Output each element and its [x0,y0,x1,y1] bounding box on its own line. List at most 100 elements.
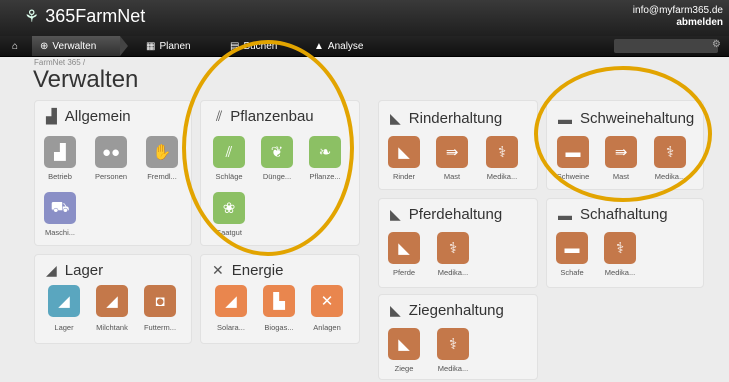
tile-schweine-medikamente[interactable]: ⚕ [654,136,686,168]
tile-ziege-medikamente[interactable]: ⚕ [437,328,469,360]
plant-icon: ✕ [320,293,334,310]
tile-personen[interactable]: ●● [95,136,127,168]
tile-label: Medika... [437,364,469,373]
tile-maschinen[interactable]: ⛟ [44,192,76,224]
brand-name: 365FarmNet [45,6,146,26]
tile-pferde-medikamente[interactable]: ⚕ [437,232,469,264]
main-nav: ⌂ ⊕ Verwalten ▦ Planen ▤ Buchen ▲ Analyse ⚙ [0,36,729,57]
panel-ziegenhaltung-title: Ziegenhaltung [408,302,504,319]
panel-energie-title: Energie [231,262,284,279]
cow-icon: ◣ [390,110,401,126]
tile-label: Maschi... [44,228,75,237]
tile-schlaege[interactable]: ⫽ [213,136,245,168]
seedling-icon: ❀ [222,200,236,217]
wind-turbine-icon: ✕ [212,262,224,278]
tile-duengemittel[interactable]: ❦ [261,136,293,168]
tile-label: Futterm... [143,323,177,332]
storage-icon: ◢ [46,262,57,278]
logout-link[interactable]: abmelden [633,17,723,29]
top-bar: ⚘ 365FarmNet info@myfarm365.de abmelden [0,0,729,36]
tile-schafe-medikamente[interactable]: ⚕ [604,232,636,264]
home-button[interactable]: ⌂ [0,36,30,56]
tile-pferde[interactable]: ◣ [388,232,420,264]
tile-fremdleister[interactable]: ✋ [146,136,178,168]
tile-pflanzenschutz[interactable]: ❧ [309,136,341,168]
calendar-icon: ▦ [146,40,156,52]
panel-schafhaltung-title: Schafhaltung [580,206,668,223]
pig-icon: ▬ [558,110,572,127]
search-input[interactable] [614,39,718,53]
tile-ziege[interactable]: ◣ [388,328,420,360]
tile-label: Rinder [392,172,416,181]
tractor-icon: ⛟ [50,198,70,216]
tile-label: Milchtank [96,323,128,332]
tile-label: Dünge... [262,172,292,181]
tile-rinder-mast[interactable]: ⇛ [436,136,468,168]
account-email: info@myfarm365.de [632,5,723,16]
sheep-icon: ▬ [558,206,572,223]
medication-icon: ⚕ [665,144,675,161]
panel-rinderhaltung-header: ◣ Rinderhaltung [390,110,502,127]
nav-buchen[interactable]: ▤ Buchen [222,36,302,56]
medication-icon: ⚕ [615,240,625,257]
panel-energie-header: ✕ Energie [212,262,283,279]
home-icon: ⌂ [11,40,19,52]
panel-pflanzenbau-header: ⫽ Pflanzenbau [216,108,314,125]
tile-rinder-medikamente[interactable]: ⚕ [486,136,518,168]
tile-schafe[interactable]: ▬ [556,232,588,264]
tile-label: Schweine [556,172,590,181]
tile-anlagen[interactable]: ✕ [311,285,343,317]
tile-label: Schläge [215,172,243,181]
gear-icon[interactable]: ⚙ [712,39,721,50]
tile-lager[interactable]: ◢ [48,285,80,317]
plant-protection-icon: ❧ [318,144,332,161]
tile-label: Saatgut [216,228,242,237]
feed-bucket-icon: ◘ [155,292,165,310]
nav-buchen-label: Buchen [243,40,278,52]
field-icon: ⫽ [225,143,233,161]
account-area: info@myfarm365.de abmelden [633,5,723,29]
tile-schweine-mast[interactable]: ⇛ [605,136,637,168]
tile-label: Medika... [486,172,518,181]
panel-schafhaltung-header: ▬ Schafhaltung [558,206,668,223]
tile-betrieb[interactable]: ▟ [44,136,76,168]
panel-pflanzenbau-title: Pflanzenbau [230,108,314,125]
tile-label: Anlagen [313,323,341,332]
panel-lager-header: ◢ Lager [46,262,103,279]
fattening-pig-icon: ⇛ [614,144,628,161]
people-icon: ●● [101,143,121,161]
panel-pferdehaltung-header: ◣ Pferdehaltung [390,206,502,223]
tile-biogasanlagen[interactable]: ▙ [263,285,295,317]
tile-rinder[interactable]: ◣ [388,136,420,168]
nav-planen[interactable]: ▦ Planen [138,36,220,56]
tile-label: Mast [443,172,461,181]
tile-futtermittel[interactable]: ◘ [144,285,176,317]
tile-solaranlagen[interactable]: ◢ [215,285,247,317]
tile-label: Biogas... [264,323,294,332]
tile-label: Medika... [604,268,636,277]
panel-schweinehaltung-header: ▬ Schweinehaltung [558,110,694,127]
tile-milchtank[interactable]: ◢ [96,285,128,317]
horse-icon: ◣ [390,206,401,222]
nav-verwalten[interactable]: ⊕ Verwalten [32,36,120,56]
nav-verwalten-label: Verwalten [52,40,97,52]
horse-icon: ◣ [398,240,410,257]
solar-icon: ◢ [225,293,237,310]
tile-label: Medika... [654,172,686,181]
nav-analyse[interactable]: ▲ Analyse [306,36,372,56]
tile-saatgut[interactable]: ❀ [213,192,245,224]
field-rows-icon: ⫽ [216,108,223,124]
milk-tank-icon: ◢ [106,293,118,310]
warehouse-icon: ◢ [58,293,70,310]
farm-buildings-icon: ▟ [46,108,57,124]
panel-lager-title: Lager [64,262,104,279]
cow-icon: ◣ [398,144,410,161]
ledger-icon: ▤ [230,40,240,52]
tile-label: Personen [94,172,128,181]
goat-icon: ◣ [398,336,410,353]
tile-schweine[interactable]: ▬ [557,136,589,168]
farm-logo-icon: ⚘ [24,6,40,26]
panel-schweinehaltung-title: Schweinehaltung [580,110,695,127]
panel-allgemein-title: Allgemein [64,108,131,125]
brand-logo[interactable]: ⚘ 365FarmNet [24,6,145,27]
